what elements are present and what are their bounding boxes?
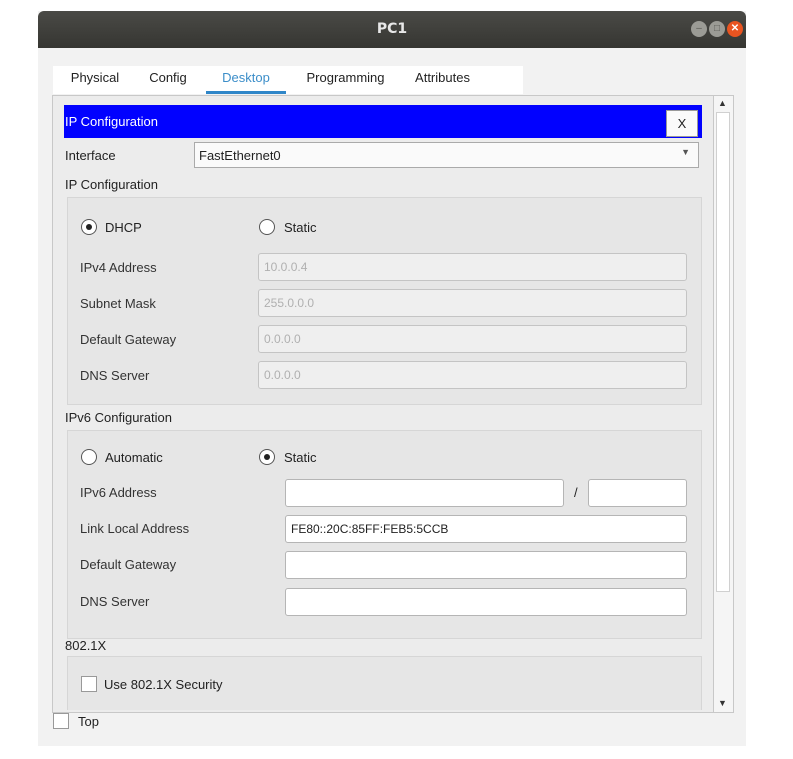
- ip-config-close-button[interactable]: X: [666, 110, 698, 137]
- use-8021x-label: Use 802.1X Security: [104, 677, 223, 692]
- subnet-mask-label: Subnet Mask: [80, 296, 156, 311]
- prefix-slash: /: [574, 485, 578, 500]
- ipv4-dns-input[interactable]: 0.0.0.0: [258, 361, 687, 389]
- top-checkbox[interactable]: [53, 713, 69, 729]
- vertical-scrollbar[interactable]: ▲ ▼: [714, 95, 734, 713]
- dhcp-label: DHCP: [105, 220, 142, 235]
- maximize-icon[interactable]: □: [709, 21, 725, 37]
- ipv6-gateway-input[interactable]: [285, 551, 687, 579]
- scrollbar-thumb[interactable]: [716, 112, 730, 592]
- ipv4-static-radio[interactable]: [259, 219, 275, 235]
- interface-label: Interface: [65, 148, 116, 163]
- pc1-window: PC1 – □ ✕ Physical Config Desktop Progra…: [38, 11, 746, 746]
- title-bar[interactable]: PC1 – □ ✕: [38, 11, 746, 48]
- ipv6-automatic-radio[interactable]: [81, 449, 97, 465]
- tab-programming[interactable]: Programming: [298, 66, 393, 94]
- ipv4-gateway-label: Default Gateway: [80, 332, 177, 347]
- ipv6-static-radio[interactable]: [259, 449, 275, 465]
- chevron-down-icon: ▼: [681, 147, 690, 157]
- ip-config-title-bar: IP Configuration: [64, 105, 702, 138]
- ipv6-prefix-input[interactable]: [588, 479, 687, 507]
- ipv6-static-label: Static: [284, 450, 317, 465]
- use-8021x-checkbox[interactable]: [81, 676, 97, 692]
- radio-selected-dot: [264, 454, 270, 460]
- ipv6-dns-label: DNS Server: [80, 594, 150, 609]
- radio-selected-dot: [86, 224, 92, 230]
- link-local-label: Link Local Address: [80, 521, 190, 536]
- ipv4-gateway-input[interactable]: 0.0.0.0: [258, 325, 687, 353]
- window-title: PC1: [376, 21, 408, 37]
- ip-config-title: IP Configuration: [65, 114, 158, 129]
- ipv4-address-label: IPv4 Address: [80, 260, 157, 275]
- interface-row: Interface FastEthernet0 ▼: [64, 142, 702, 170]
- scroll-down-icon[interactable]: ▼: [718, 698, 727, 708]
- link-local-input[interactable]: FE80::20C:85FF:FEB5:5CCB: [285, 515, 687, 543]
- ipv4-static-label: Static: [284, 220, 317, 235]
- ipv4-address-input[interactable]: 10.0.0.4: [258, 253, 687, 281]
- ipv6-address-input[interactable]: [285, 479, 564, 507]
- ipv6-section-label: IPv6 Configuration: [65, 410, 172, 425]
- scroll-up-icon[interactable]: ▲: [718, 98, 727, 108]
- subnet-mask-input[interactable]: 255.0.0.0: [258, 289, 687, 317]
- ipv4-section-label: IP Configuration: [65, 177, 158, 192]
- minimize-icon[interactable]: –: [691, 21, 707, 37]
- close-icon[interactable]: ✕: [727, 21, 743, 37]
- ipv6-automatic-label: Automatic: [105, 450, 163, 465]
- interface-value: FastEthernet0: [199, 148, 281, 163]
- tab-desktop[interactable]: Desktop: [206, 66, 286, 94]
- ipv4-dns-label: DNS Server: [80, 368, 150, 383]
- top-label: Top: [78, 714, 99, 729]
- ipv6-address-label: IPv6 Address: [80, 485, 157, 500]
- tab-config[interactable]: Config: [143, 66, 193, 94]
- dot1x-section-label: 802.1X: [65, 638, 107, 653]
- ipv6-gateway-label: Default Gateway: [80, 557, 177, 572]
- tab-physical[interactable]: Physical: [65, 66, 125, 94]
- ipv6-dns-input[interactable]: [285, 588, 687, 616]
- interface-select[interactable]: FastEthernet0 ▼: [194, 142, 699, 168]
- tab-attributes[interactable]: Attributes: [405, 66, 480, 94]
- tab-bar: Physical Config Desktop Programming Attr…: [53, 66, 523, 94]
- dhcp-radio[interactable]: [81, 219, 97, 235]
